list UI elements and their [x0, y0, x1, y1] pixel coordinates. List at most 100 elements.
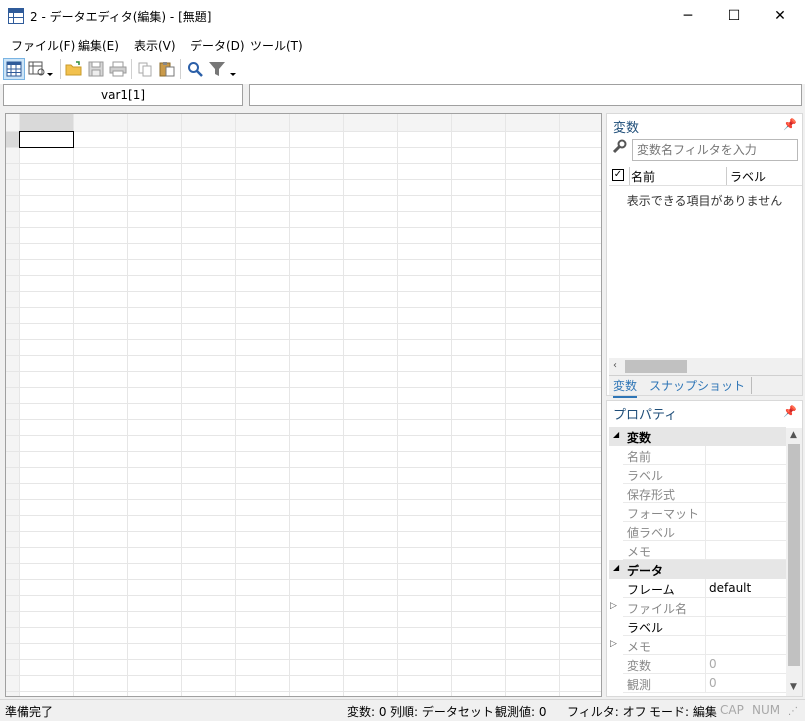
- property-category[interactable]: ◢ 変数: [609, 427, 786, 446]
- property-name: 名前: [627, 450, 652, 464]
- menu-file[interactable]: ファイル(F): [11, 37, 75, 54]
- data-grid-button[interactable]: [3, 58, 25, 80]
- variables-panel-title: 変数: [613, 121, 640, 136]
- tab-snapshots[interactable]: スナップショット: [649, 377, 753, 394]
- wrench-icon: [611, 139, 629, 157]
- scroll-up-icon[interactable]: ▲: [790, 430, 797, 440]
- status-cap: CAP: [720, 703, 744, 717]
- status-text: 準備完了: [5, 705, 54, 719]
- property-value[interactable]: 0: [709, 676, 717, 690]
- column-name[interactable]: 名前: [631, 168, 655, 185]
- property-name: メモ: [627, 640, 652, 654]
- property-name: ラベル: [627, 621, 664, 635]
- property-name: 値ラベル: [627, 526, 676, 540]
- search-button[interactable]: [184, 58, 206, 80]
- filter-dropdown[interactable]: [206, 58, 240, 80]
- property-row[interactable]: ラベル: [623, 465, 786, 484]
- paste-button[interactable]: [156, 58, 178, 80]
- property-name: ラベル: [627, 469, 664, 483]
- status-mode: モード: 編集: [649, 705, 717, 719]
- filter-icon: [209, 62, 236, 76]
- collapse-arrow-icon[interactable]: ◢: [613, 563, 619, 572]
- open-folder-icon: [65, 61, 82, 76]
- property-name: フレーム: [627, 583, 675, 597]
- expand-arrow-icon[interactable]: ▷: [610, 601, 617, 611]
- property-value[interactable]: 0: [709, 657, 717, 671]
- select-all-checkbox[interactable]: ✓: [612, 169, 624, 181]
- property-row[interactable]: メモ: [623, 541, 786, 560]
- toolbar-separator: [180, 59, 181, 79]
- copy-button[interactable]: [134, 58, 156, 80]
- property-row[interactable]: フォーマット: [623, 503, 786, 522]
- scroll-down-icon[interactable]: ▼: [790, 682, 797, 692]
- maximize-button[interactable]: ☐: [711, 0, 757, 32]
- status-order: 列順: データセット: [390, 705, 494, 719]
- property-value[interactable]: default: [709, 581, 751, 595]
- save-icon: [88, 61, 104, 77]
- table-view-dropdown[interactable]: [26, 58, 56, 80]
- data-grid[interactable]: [5, 113, 602, 697]
- property-name: 変数: [627, 659, 652, 673]
- properties-panel-title: プロパティ: [613, 408, 678, 423]
- scrollbar-thumb[interactable]: [625, 360, 687, 373]
- horizontal-scrollbar[interactable]: ‹: [609, 358, 802, 375]
- properties-panel: プロパティ 📌 ◢ 変数 名前 ラベル 保存形式 フォーマット 値ラベル メモ ◢ データ フレーム…: [606, 400, 803, 697]
- property-category-label: データ: [627, 564, 664, 578]
- menu-bar: [0, 32, 805, 54]
- property-row[interactable]: 保存形式: [623, 484, 786, 503]
- menu-data[interactable]: データ(D): [190, 37, 245, 54]
- open-button[interactable]: [63, 58, 85, 80]
- property-row[interactable]: ファイル名 ▷: [610, 598, 786, 617]
- menu-view[interactable]: 表示(V): [134, 37, 176, 54]
- status-num: NUM: [752, 703, 781, 717]
- variable-filter-input[interactable]: [632, 139, 798, 161]
- property-row[interactable]: 観測 0: [623, 674, 786, 693]
- property-name: フォーマット: [627, 507, 700, 521]
- cell-value-field[interactable]: [249, 84, 802, 106]
- property-row[interactable]: フレーム default: [623, 579, 786, 598]
- property-row[interactable]: 変数 0: [623, 655, 786, 674]
- property-name: メモ: [627, 545, 652, 559]
- minimize-icon: ─: [683, 8, 693, 24]
- property-name: ファイル名: [627, 602, 688, 616]
- expand-arrow-icon[interactable]: ▷: [610, 639, 617, 649]
- scroll-left-icon[interactable]: ‹: [613, 360, 617, 371]
- menu-tools[interactable]: ツール(T): [250, 37, 303, 54]
- pin-icon[interactable]: 📌: [783, 118, 797, 131]
- cell-reference-box[interactable]: var1[1]: [3, 84, 243, 106]
- close-icon: ✕: [774, 8, 786, 24]
- close-button[interactable]: ✕: [757, 0, 803, 32]
- menu-edit[interactable]: 編集(E): [78, 37, 119, 54]
- minimize-button[interactable]: ─: [665, 0, 711, 32]
- resize-grip-icon[interactable]: ⋰: [788, 706, 798, 717]
- maximize-icon: ☐: [727, 8, 741, 24]
- property-row[interactable]: ラベル: [623, 617, 786, 636]
- table-view-icon: [28, 61, 53, 76]
- paste-icon: [159, 62, 175, 77]
- empty-list-message: 表示できる項目がありません: [626, 194, 783, 208]
- toolbar-separator: [131, 59, 132, 79]
- pin-icon[interactable]: 📌: [783, 405, 797, 418]
- print-button[interactable]: [107, 58, 129, 80]
- print-icon: [109, 61, 127, 77]
- property-category-label: 変数: [627, 431, 652, 445]
- property-category[interactable]: ◢ データ: [609, 560, 786, 579]
- status-filter: フィルタ: オフ: [567, 705, 647, 719]
- tab-variables[interactable]: 変数: [613, 377, 638, 398]
- status-variables: 変数: 0: [347, 705, 387, 719]
- property-row[interactable]: 名前: [623, 446, 786, 465]
- property-name: 保存形式: [627, 488, 676, 502]
- search-icon: [188, 62, 203, 77]
- save-button[interactable]: [85, 58, 107, 80]
- properties-grid: ◢ 変数 名前 ラベル 保存形式 フォーマット 値ラベル メモ ◢ データ フレーム default フ…: [607, 427, 787, 697]
- vertical-scrollbar[interactable]: ▲ ▼: [786, 428, 802, 696]
- scrollbar-thumb[interactable]: [788, 444, 800, 666]
- variables-panel: 変数 📌 ✓ 名前 ラベル 表示できる項目がありません ‹ 変数 スナップショッ…: [606, 113, 803, 398]
- property-row[interactable]: 値ラベル: [623, 522, 786, 541]
- column-label[interactable]: ラベル: [730, 168, 766, 185]
- window-title: 2 - データエディタ(編集) - [無題]: [30, 10, 212, 24]
- copy-icon: [138, 62, 152, 77]
- property-name: 観測: [627, 678, 652, 692]
- property-row[interactable]: メモ ▷: [610, 636, 786, 655]
- collapse-arrow-icon[interactable]: ◢: [613, 430, 619, 439]
